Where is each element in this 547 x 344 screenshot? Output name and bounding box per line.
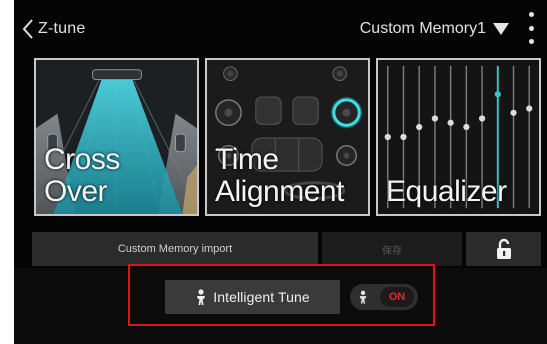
back-chevron-icon [22,19,33,39]
save-button[interactable]: 保存 [322,232,462,266]
equalizer-tile[interactable]: Equalizer [376,58,541,216]
eq-band-knob [478,115,486,122]
eq-band-knob [510,109,517,116]
more-vert-icon[interactable] [525,12,537,44]
eq-band-knob [431,115,439,122]
eq-band-knob [447,119,454,126]
header: Z-tune Custom Memory1 [14,0,547,56]
equalizer-label: Equalizer [386,175,507,208]
back-button[interactable]: Z-tune [22,16,85,42]
person-icon [197,289,206,305]
crossover-label: Cross Over [44,143,120,208]
eq-band-knob [526,105,533,112]
time-alignment-tile[interactable]: Time Alignment [205,58,370,216]
intelligent-tune-label: Intelligent Tune [213,289,310,305]
page-title: Z-tune [38,20,86,37]
lock-button[interactable] [466,232,541,266]
unlock-icon [496,238,511,259]
eq-band-knob [400,133,407,141]
person-icon [350,284,376,310]
custom-memory-import-button[interactable]: Custom Memory import [32,232,318,266]
intelligent-tune-toggle[interactable]: ON [350,284,418,310]
dropdown-triangle-icon [493,23,509,35]
eq-band-knob [416,123,423,131]
eq-band-knob [494,91,501,98]
intelligent-tune-button[interactable]: Intelligent Tune [165,280,340,314]
crossover-tile[interactable]: Cross Over [34,58,199,216]
memory-selector[interactable]: Custom Memory1 [360,16,509,42]
toggle-state-label: ON [380,287,414,307]
eq-band-knob [463,123,470,131]
time-alignment-label: Time Alignment [215,143,344,208]
eq-band-knob [384,133,391,141]
memory-label: Custom Memory1 [359,20,486,37]
